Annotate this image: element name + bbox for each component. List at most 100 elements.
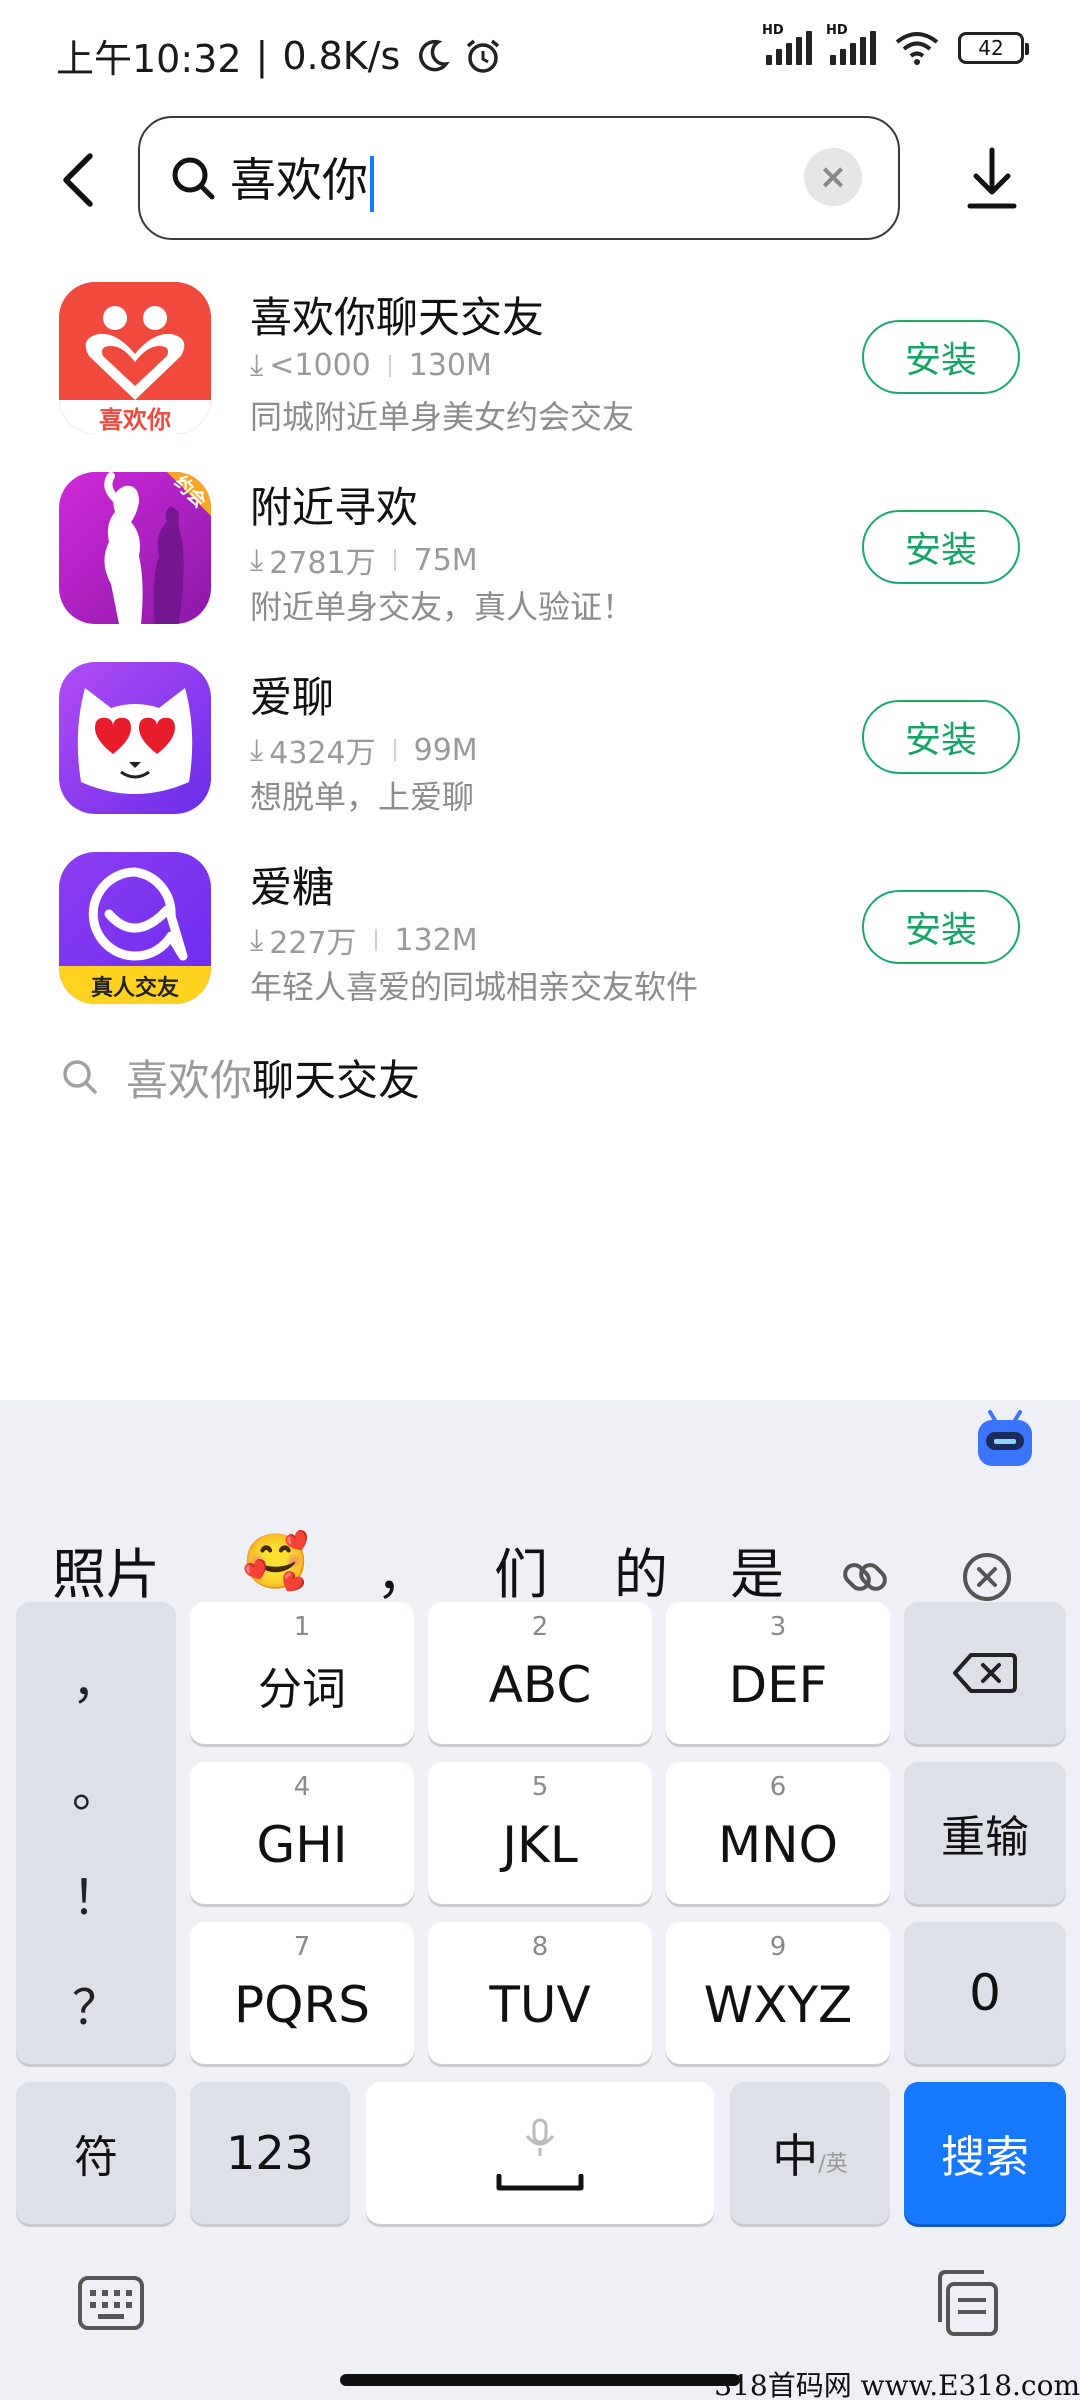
download-count-icon: ⤓ — [250, 922, 264, 958]
app-size: 99M — [413, 732, 478, 768]
lang-main-label: 中 — [772, 2129, 819, 2183]
key-number: 2 — [531, 1612, 549, 1642]
key-number: 6 — [769, 1772, 787, 1802]
install-button[interactable]: 安装 — [862, 890, 1020, 964]
clipboard-icon — [938, 2270, 998, 2336]
backspace-key[interactable] — [904, 1602, 1066, 1744]
download-manager-button[interactable] — [962, 140, 1022, 220]
key-0[interactable]: 0 — [904, 1922, 1066, 2064]
key-3[interactable]: 3 DEF — [666, 1602, 890, 1744]
key-2[interactable]: 2 ABC — [428, 1602, 652, 1744]
key-8[interactable]: 8 TUV — [428, 1922, 652, 2064]
clipboard-button[interactable] — [934, 2268, 1004, 2338]
app-name[interactable]: 喜欢你聊天交友 — [250, 284, 544, 345]
install-button[interactable]: 安装 — [862, 700, 1020, 774]
signal-icon: HD — [826, 23, 876, 65]
download-count: 4324万 — [269, 736, 376, 771]
key-4[interactable]: 4 GHI — [190, 1762, 414, 1904]
key-label: 123 — [226, 2126, 314, 2180]
key-label: JKL — [502, 1816, 578, 1874]
suggestion-rest: 聊天交友 — [252, 1055, 421, 1105]
status-divider: | — [255, 33, 269, 78]
search-input[interactable]: 喜欢你 × — [138, 116, 900, 240]
app-size: 130M — [408, 348, 492, 383]
candidate-item[interactable]: 🥰 — [242, 1530, 309, 1594]
screen: { "status_bar": { "time": "上午10:32", "ne… — [0, 0, 1080, 2400]
key-7[interactable]: 7 PQRS — [190, 1922, 414, 2064]
backspace-icon — [953, 1653, 1017, 1693]
assistant-bot-button[interactable] — [974, 1408, 1036, 1470]
key-label: 搜索 — [941, 2132, 1029, 2183]
reenter-key[interactable]: 重输 — [904, 1762, 1066, 1904]
suggestion-highlight: 喜欢你 — [126, 1055, 253, 1105]
meta-divider — [393, 549, 396, 571]
app-meta: ⤓ 2781万 75M — [250, 538, 478, 582]
status-left: 上午10:32 | 0.8K/s — [56, 28, 502, 83]
candidate-item[interactable]: 的 — [614, 1530, 668, 1609]
candidate-item[interactable]: 照片 — [52, 1530, 160, 1609]
meta-divider — [388, 354, 391, 377]
app-icon-fujinxunhuan[interactable]: 约会 — [59, 472, 211, 624]
candidate-item[interactable]: 是 — [730, 1530, 784, 1609]
key-9[interactable]: 9 WXYZ — [666, 1922, 890, 2064]
app-icon-xihuanni[interactable]: 喜欢你 — [59, 282, 211, 434]
candidate-item[interactable]: 们 — [494, 1530, 548, 1609]
key-label: ABC — [488, 1656, 592, 1714]
moon-icon — [419, 39, 451, 71]
app-description: 同城附近单身美女约会交友 — [250, 398, 635, 436]
meta-divider — [374, 929, 377, 951]
key-label: GHI — [256, 1816, 348, 1874]
language-switch-key[interactable]: 中/英 — [730, 2082, 890, 2224]
network-speed: 0.8K/s — [282, 33, 401, 78]
install-button[interactable]: 安装 — [862, 320, 1020, 394]
punctuation-key[interactable]: 。 — [16, 1750, 176, 1820]
key-number: 5 — [531, 1772, 549, 1802]
punctuation-key[interactable]: ， — [16, 1642, 176, 1712]
key-label: 分词 — [258, 1664, 346, 1715]
download-count-icon: ⤓ — [250, 732, 264, 768]
app-item[interactable]: 喜欢你 喜欢你聊天交友 ⤓ <1000 130M 同城附近单身美女约会交友 安装 — [0, 282, 1080, 462]
search-key[interactable]: 搜索 — [904, 2082, 1066, 2224]
candidate-item[interactable]: ， — [376, 1530, 430, 1609]
home-indicator[interactable] — [340, 2374, 740, 2386]
punctuation-key[interactable]: ！ — [16, 1858, 176, 1928]
app-icon-label: 真人交友 — [90, 976, 179, 1001]
keyboard-icon — [78, 2276, 144, 2330]
app-icon-ailiao[interactable] — [59, 662, 211, 814]
wifi-icon — [895, 32, 939, 65]
app-name[interactable]: 爱聊 — [250, 664, 334, 725]
app-item[interactable]: 约会 附近寻欢 ⤓ 2781万 75M 附近单身交友，真人验证！ 安装 — [0, 472, 1080, 652]
app-item[interactable]: 爱聊 ⤓ 4324万 99M 想脱单，上爱聊 安装 — [0, 662, 1080, 842]
key-number: 9 — [769, 1932, 787, 1962]
clear-button[interactable]: × — [804, 148, 862, 206]
punctuation-column[interactable]: ， 。 ！ ？ — [16, 1602, 176, 2064]
app-name[interactable]: 附近寻欢 — [250, 474, 418, 535]
app-name[interactable]: 爱糖 — [250, 854, 334, 915]
search-query-text: 喜欢你 — [230, 153, 368, 208]
search-query[interactable]: 喜欢你 — [230, 144, 374, 212]
punctuation-key[interactable]: ？ — [16, 1968, 176, 2038]
numeric-key[interactable]: 123 — [190, 2082, 350, 2224]
keyboard-switch-button[interactable] — [76, 2268, 146, 2338]
key-1[interactable]: 1 分词 — [190, 1602, 414, 1744]
install-button[interactable]: 安装 — [862, 510, 1020, 584]
back-button[interactable] — [48, 140, 108, 220]
battery-level: 42 — [978, 36, 1004, 60]
search-suggestion[interactable]: 喜欢你 聊天交友 — [60, 1046, 420, 1108]
app-icon-aitang[interactable]: 真人交友 — [59, 852, 211, 1004]
signal-icon: HD — [762, 23, 812, 65]
cat-heart-eyes-icon — [59, 662, 211, 814]
symbol-key[interactable]: 符 — [16, 2082, 176, 2224]
key-label: 重输 — [941, 1812, 1029, 1863]
close-circle-icon[interactable] — [960, 1550, 1014, 1604]
space-key[interactable] — [366, 2082, 714, 2224]
key-label: TUV — [489, 1976, 591, 2034]
app-item[interactable]: 真人交友 爱糖 ⤓ 227万 132M 年轻人喜爱的同城相亲交友软件 安装 — [0, 852, 1080, 1032]
robot-icon — [978, 1410, 1032, 1466]
link-icon[interactable] — [838, 1550, 892, 1604]
key-label: MNO — [718, 1816, 838, 1874]
download-count: 2781万 — [269, 546, 376, 581]
key-5[interactable]: 5 JKL — [428, 1762, 652, 1904]
key-6[interactable]: 6 MNO — [666, 1762, 890, 1904]
meta-divider — [393, 739, 396, 761]
